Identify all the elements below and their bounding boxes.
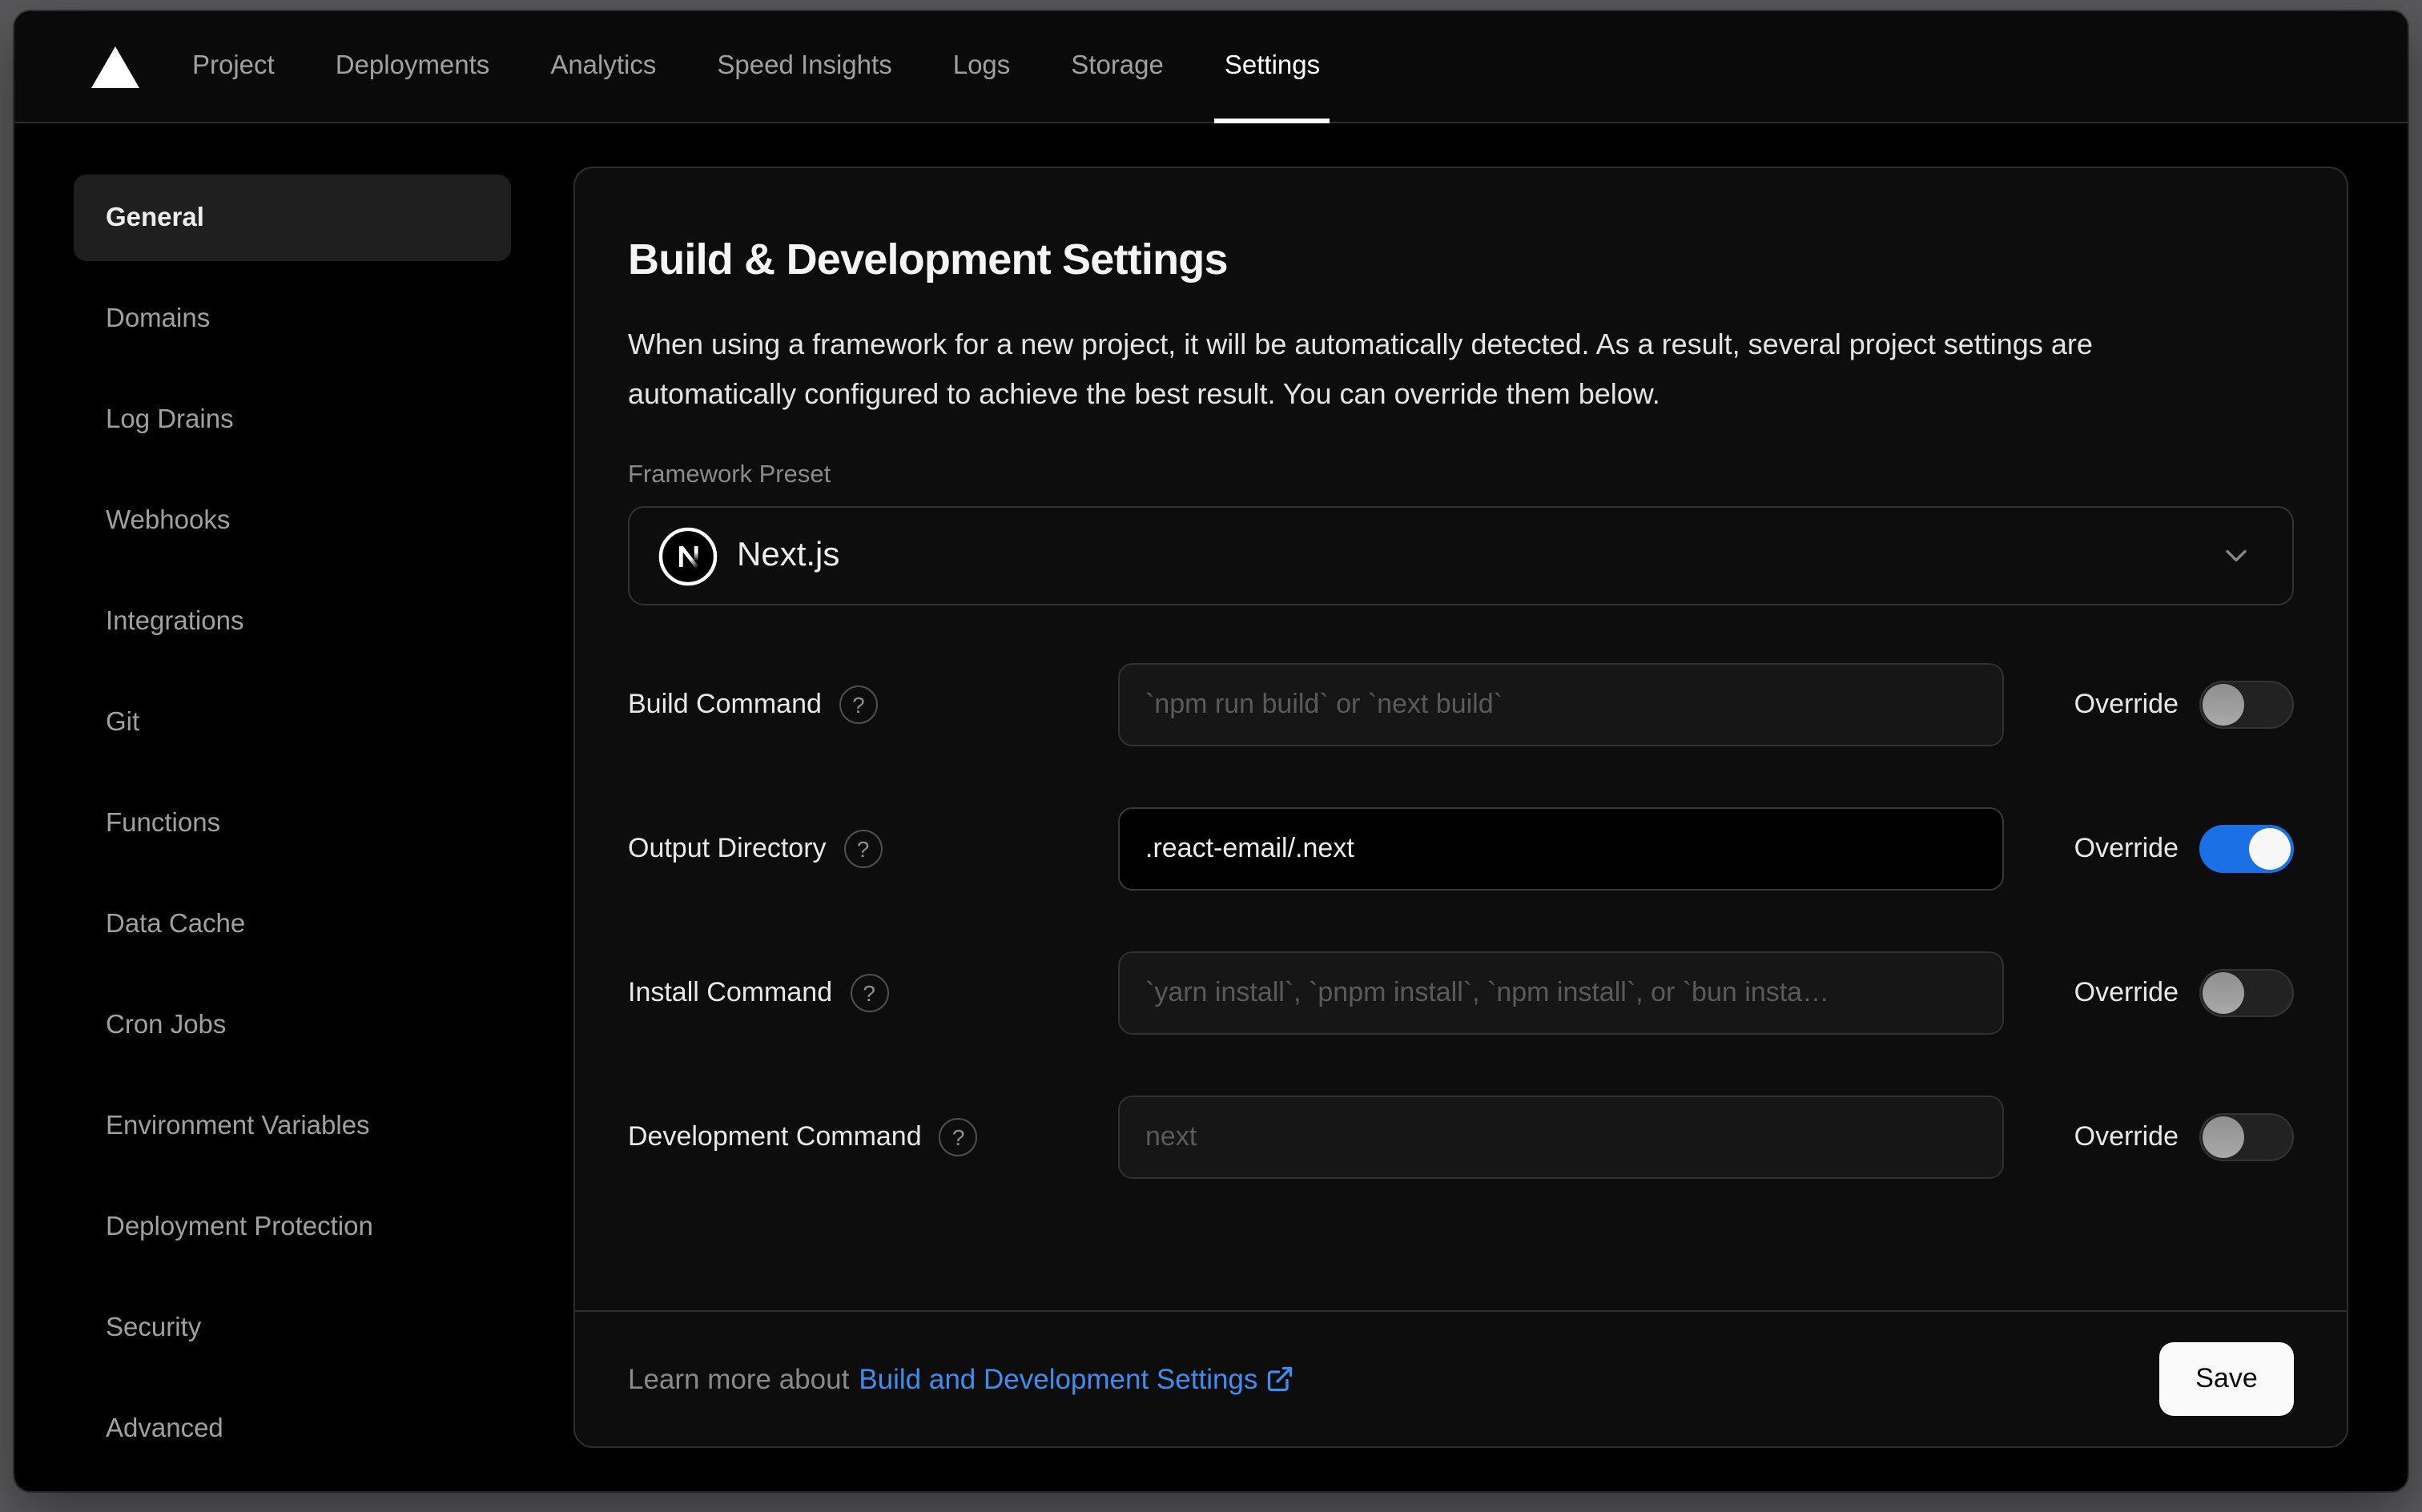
development-command-input[interactable] [1118, 1096, 2004, 1179]
output-directory-override-toggle[interactable] [2199, 825, 2294, 873]
build-command-row: Build Command Override [628, 663, 2294, 746]
override-label: Override [2074, 1121, 2179, 1152]
output-directory-input[interactable] [1118, 807, 2004, 891]
chevron-down-icon [2219, 538, 2254, 573]
sidebar-item-general[interactable]: General [74, 175, 511, 261]
help-icon[interactable] [843, 830, 883, 868]
development-command-row: Development Command Override [628, 1096, 2294, 1179]
build-command-override: Override [2074, 681, 2294, 729]
learn-more-text: Learn more about Build and Development S… [628, 1362, 1294, 1396]
card-footer: Learn more about Build and Development S… [575, 1310, 2347, 1446]
field-label-text: Install Command [628, 977, 833, 1007]
output-directory-label: Output Directory [628, 830, 1118, 868]
override-label: Override [2074, 833, 2179, 863]
page-root: Project Deployments Analytics Speed Insi… [0, 0, 2422, 1512]
nextjs-logo-icon [658, 526, 718, 585]
sidebar-item-data-cache[interactable]: Data Cache [74, 881, 511, 967]
build-command-override-toggle[interactable] [2199, 681, 2294, 729]
sidebar-item-deployment-protection[interactable]: Deployment Protection [74, 1184, 511, 1270]
framework-preset-value: Next.js [737, 537, 840, 573]
tab-settings[interactable]: Settings [1194, 11, 1350, 123]
install-command-row: Install Command Override [628, 951, 2294, 1035]
framework-preset-label: Framework Preset [628, 461, 831, 489]
sidebar-item-git[interactable]: Git [74, 679, 511, 766]
sidebar-item-advanced[interactable]: Advanced [74, 1385, 511, 1472]
card-title: Build & Development Settings [628, 235, 1228, 284]
toggle-knob [2249, 828, 2291, 870]
vercel-logo-icon[interactable] [91, 46, 139, 87]
external-link-icon [1265, 1365, 1294, 1393]
nav-tabs: Project Deployments Analytics Speed Insi… [162, 11, 1350, 123]
toggle-knob [2203, 972, 2244, 1014]
top-navigation: Project Deployments Analytics Speed Insi… [14, 11, 2408, 123]
field-label-text: Development Command [628, 1121, 922, 1152]
sidebar-item-cron-jobs[interactable]: Cron Jobs [74, 982, 511, 1068]
link-text: Build and Development Settings [859, 1362, 1258, 1394]
output-directory-override: Override [2074, 825, 2294, 873]
build-command-input[interactable] [1118, 663, 2004, 746]
development-command-override: Override [2074, 1113, 2294, 1161]
development-command-label: Development Command [628, 1118, 1118, 1156]
override-label: Override [2074, 689, 2179, 719]
install-command-input[interactable] [1118, 951, 2004, 1035]
sidebar-list: General Domains Log Drains Webhooks Inte… [14, 175, 573, 1472]
command-settings-rows: Build Command Override Output Directory [628, 663, 2294, 1179]
sidebar-item-domains[interactable]: Domains [74, 275, 511, 362]
toggle-knob [2203, 1116, 2244, 1158]
output-directory-row: Output Directory Override [628, 807, 2294, 891]
settings-sidebar: General Domains Log Drains Webhooks Inte… [14, 125, 573, 1491]
framework-preset-select[interactable]: Next.js [628, 506, 2294, 605]
help-icon[interactable] [850, 974, 889, 1012]
install-command-override-toggle[interactable] [2199, 969, 2294, 1017]
build-development-settings-card: Build & Development Settings When using … [573, 167, 2348, 1448]
help-icon[interactable] [939, 1118, 978, 1156]
tab-storage[interactable]: Storage [1040, 11, 1194, 122]
field-label-text: Output Directory [628, 833, 827, 863]
sidebar-item-functions[interactable]: Functions [74, 780, 511, 867]
build-command-label: Build Command [628, 686, 1118, 724]
toggle-knob [2203, 684, 2244, 726]
sidebar-item-integrations[interactable]: Integrations [74, 578, 511, 665]
tab-speed-insights[interactable]: Speed Insights [686, 11, 922, 122]
tab-project[interactable]: Project [162, 11, 305, 122]
tab-analytics[interactable]: Analytics [520, 11, 686, 122]
sidebar-item-security[interactable]: Security [74, 1285, 511, 1371]
sidebar-item-webhooks[interactable]: Webhooks [74, 477, 511, 564]
card-description: When using a framework for a new project… [628, 328, 2093, 410]
sidebar-item-log-drains[interactable]: Log Drains [74, 376, 511, 463]
sidebar-item-environment-variables[interactable]: Environment Variables [74, 1083, 511, 1169]
field-label-text: Build Command [628, 689, 822, 719]
help-icon[interactable] [839, 686, 878, 724]
tab-logs[interactable]: Logs [923, 11, 1041, 122]
tab-deployments[interactable]: Deployments [305, 11, 521, 122]
learn-more-prefix: Learn more about [628, 1362, 850, 1394]
save-button[interactable]: Save [2159, 1342, 2294, 1416]
app-window: Project Deployments Analytics Speed Insi… [14, 11, 2408, 1491]
build-settings-docs-link[interactable]: Build and Development Settings [859, 1362, 1294, 1396]
development-command-override-toggle[interactable] [2199, 1113, 2294, 1161]
override-label: Override [2074, 977, 2179, 1007]
install-command-label: Install Command [628, 974, 1118, 1012]
install-command-override: Override [2074, 969, 2294, 1017]
